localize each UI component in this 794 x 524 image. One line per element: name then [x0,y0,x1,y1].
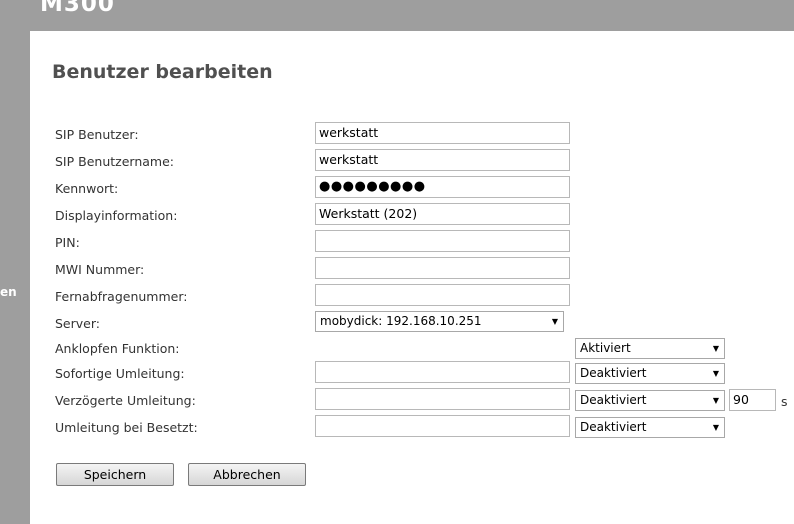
forward-busy-select-value: Deaktiviert [580,420,647,434]
sip-user-label: SIP Benutzer: [55,127,139,142]
call-waiting-label: Anklopfen Funktion: [55,341,180,356]
row-forward-busy: Umleitung bei Besetzt: Deaktiviert ▼ [30,415,794,442]
remote-query-number-label: Fernabfragenummer: [55,289,188,304]
forward-immediate-select-value: Deaktiviert [580,366,647,380]
sip-user-input[interactable]: werkstatt [315,122,570,144]
call-waiting-select-value: Aktiviert [580,341,631,355]
sidebar-menu-fragment[interactable]: en [0,285,17,299]
row-server: Server: mobydick: 192.168.10.251 ▼ [30,311,794,338]
chevron-down-icon: ▼ [712,344,719,353]
password-input[interactable]: ●●●●●●●●● [315,176,570,198]
display-info-input[interactable]: Werkstatt (202) [315,203,570,225]
password-label: Kennwort: [55,181,119,196]
server-label: Server: [55,316,100,331]
forward-delayed-input[interactable] [315,388,570,410]
server-select[interactable]: mobydick: 192.168.10.251 ▼ [315,311,564,332]
row-sip-user: SIP Benutzer: werkstatt [30,122,794,149]
forward-immediate-select[interactable]: Deaktiviert ▼ [575,363,725,384]
forward-delayed-select-value: Deaktiviert [580,393,647,407]
save-button[interactable]: Speichern [56,463,174,486]
forward-busy-input[interactable] [315,415,570,437]
row-pin: PIN: [30,230,794,257]
sip-username-label: SIP Benutzername: [55,154,174,169]
cancel-button[interactable]: Abbrechen [188,463,306,486]
forward-immediate-input[interactable] [315,361,570,383]
row-forward-delayed: Verzögerte Umleitung: Deaktiviert ▼ 90 s [30,388,794,415]
display-info-label: Displayinformation: [55,208,178,223]
chevron-down-icon: ▼ [551,317,558,326]
forward-busy-select[interactable]: Deaktiviert ▼ [575,417,725,438]
page-title: Benutzer bearbeiten [52,61,273,83]
forward-delay-unit: s [781,394,788,409]
row-mwi-number: MWI Nummer: [30,257,794,284]
row-call-waiting: Anklopfen Funktion: Aktiviert ▼ [30,336,794,363]
forward-immediate-label: Sofortige Umleitung: [55,366,185,381]
mwi-number-input[interactable] [315,257,570,279]
chevron-down-icon: ▼ [712,369,719,378]
call-waiting-select[interactable]: Aktiviert ▼ [575,338,725,359]
remote-query-number-input[interactable] [315,284,570,306]
row-display-info: Displayinformation: Werkstatt (202) [30,203,794,230]
app-title: M300 [40,0,115,17]
forward-busy-label: Umleitung bei Besetzt: [55,420,198,435]
mwi-number-label: MWI Nummer: [55,262,145,277]
pin-label: PIN: [55,235,80,250]
sip-username-input[interactable]: werkstatt [315,149,570,171]
pin-input[interactable] [315,230,570,252]
row-sip-username: SIP Benutzername: werkstatt [30,149,794,176]
forward-delayed-select[interactable]: Deaktiviert ▼ [575,390,725,411]
forward-delayed-label: Verzögerte Umleitung: [55,393,196,408]
row-remote-query-number: Fernabfragenummer: [30,284,794,311]
chevron-down-icon: ▼ [712,396,719,405]
content-panel: Benutzer bearbeiten SIP Benutzer: werkst… [30,31,794,524]
row-password: Kennwort: ●●●●●●●●● [30,176,794,203]
forward-delay-seconds-input[interactable]: 90 [729,389,776,411]
row-forward-immediate: Sofortige Umleitung: Deaktiviert ▼ [30,361,794,388]
server-select-value: mobydick: 192.168.10.251 [320,314,482,328]
chevron-down-icon: ▼ [712,423,719,432]
